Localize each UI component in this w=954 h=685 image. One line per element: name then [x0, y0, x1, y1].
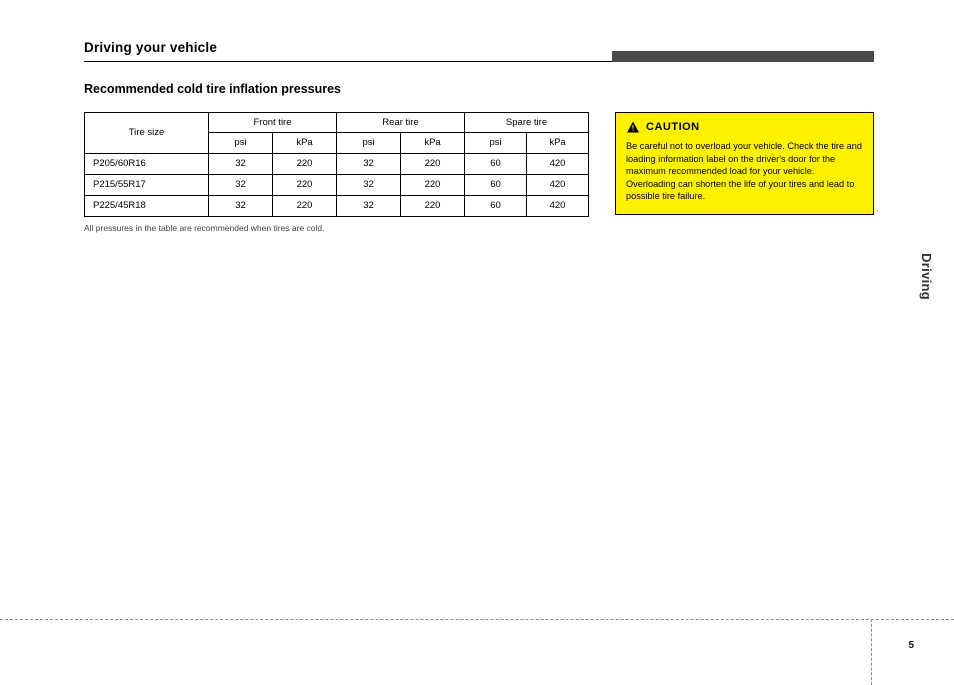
- cell-rear-kpa: 220: [401, 175, 465, 196]
- col-header-tire-size: Tire size: [85, 112, 209, 154]
- table-note: All pressures in the table are recommend…: [84, 223, 588, 234]
- cell-front-kpa: 220: [273, 175, 337, 196]
- table-row: P225/45R18 32 220 32 220 60 420: [85, 196, 589, 217]
- col-header-rear: Rear tire: [337, 112, 465, 133]
- spec-table-wrap: Tire size Front tire Rear tire Spare tir…: [84, 112, 589, 234]
- page-header: Driving your vehicle: [84, 40, 874, 62]
- side-caption: Driving: [918, 253, 934, 300]
- footer-cut-line-v: [871, 619, 872, 685]
- header-accent-bar: [612, 51, 874, 62]
- caution-header: CAUTION: [626, 121, 863, 135]
- cell-front-psi: 32: [209, 154, 273, 175]
- subcol-spare-kpa: kPa: [527, 133, 589, 154]
- cell-spare-psi: 60: [465, 175, 527, 196]
- cell-rear-psi: 32: [337, 175, 401, 196]
- page-title: Driving your vehicle: [84, 40, 217, 57]
- cell-spare-kpa: 420: [527, 154, 589, 175]
- cell-front-psi: 32: [209, 175, 273, 196]
- cell-spare-psi: 60: [465, 154, 527, 175]
- cell-rear-psi: 32: [337, 154, 401, 175]
- subcol-front-psi: psi: [209, 133, 273, 154]
- warning-triangle-icon: [626, 121, 640, 133]
- cell-spare-psi: 60: [465, 196, 527, 217]
- cell-rear-psi: 32: [337, 196, 401, 217]
- table-row: P205/60R16 32 220 32 220 60 420: [85, 154, 589, 175]
- page: Driving your vehicle Recommended cold ti…: [84, 40, 874, 234]
- subcol-front-kpa: kPa: [273, 133, 337, 154]
- cell-spare-kpa: 420: [527, 196, 589, 217]
- content-row: Tire size Front tire Rear tire Spare tir…: [84, 112, 874, 234]
- col-header-front: Front tire: [209, 112, 337, 133]
- table-row: P215/55R17 32 220 32 220 60 420: [85, 175, 589, 196]
- col-header-spare: Spare tire: [465, 112, 589, 133]
- cell-front-kpa: 220: [273, 154, 337, 175]
- caution-label: CAUTION: [646, 121, 700, 135]
- cell-spare-kpa: 420: [527, 175, 589, 196]
- cell-front-psi: 32: [209, 196, 273, 217]
- subcol-rear-kpa: kPa: [401, 133, 465, 154]
- page-number: 5: [908, 640, 914, 653]
- cell-rear-kpa: 220: [401, 154, 465, 175]
- cell-rear-kpa: 220: [401, 196, 465, 217]
- cell-tire-size: P205/60R16: [85, 154, 209, 175]
- spec-table: Tire size Front tire Rear tire Spare tir…: [84, 112, 589, 217]
- footer-cut-line-h: [0, 619, 954, 620]
- subcol-rear-psi: psi: [337, 133, 401, 154]
- cell-front-kpa: 220: [273, 196, 337, 217]
- subcol-spare-psi: psi: [465, 133, 527, 154]
- caution-body: Be careful not to overload your vehicle.…: [626, 140, 863, 202]
- caution-box: CAUTION Be careful not to overload your …: [615, 112, 874, 216]
- section-title: Recommended cold tire inflation pressure…: [84, 82, 874, 98]
- cell-tire-size: P225/45R18: [85, 196, 209, 217]
- cell-tire-size: P215/55R17: [85, 175, 209, 196]
